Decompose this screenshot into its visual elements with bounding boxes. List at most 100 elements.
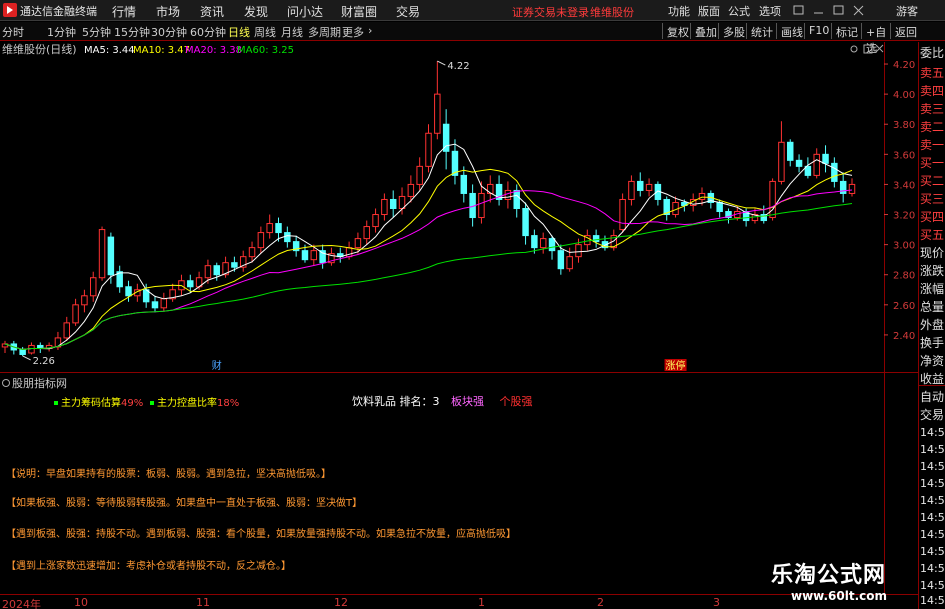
candle-up[interactable]: [63, 322, 70, 339]
sidebar-label[interactable]: 卖五: [920, 64, 945, 81]
guest-user[interactable]: 游客: [896, 3, 918, 19]
candle-down[interactable]: [301, 250, 309, 261]
candle-up[interactable]: [425, 132, 432, 167]
candle-up[interactable]: [566, 256, 573, 270]
overlay-button[interactable]: 叠加: [690, 23, 720, 39]
menu-item-hangqing[interactable]: 行情: [112, 3, 136, 20]
multi-stock-button[interactable]: 多股: [718, 23, 748, 39]
candle-down[interactable]: [822, 153, 829, 164]
sidebar-label[interactable]: 涨跌: [920, 262, 945, 279]
candle-down[interactable]: [592, 235, 600, 243]
limit-up-event-tag[interactable]: 涨停: [666, 359, 686, 372]
candle-up[interactable]: [539, 238, 547, 249]
candle-up[interactable]: [645, 183, 653, 191]
period-30min[interactable]: 30分钟: [151, 24, 187, 40]
candle-up[interactable]: [381, 198, 388, 216]
candle-up[interactable]: [575, 244, 582, 258]
draw-line-button[interactable]: 画线: [776, 23, 806, 39]
menu-item-zixun[interactable]: 资讯: [200, 3, 224, 20]
candle-down[interactable]: [284, 232, 291, 243]
candle-up[interactable]: [72, 304, 79, 324]
candle-up[interactable]: [628, 180, 635, 200]
menu-item-shichang[interactable]: 市场: [156, 3, 180, 20]
candle-up[interactable]: [266, 223, 273, 234]
sidebar-label[interactable]: 买二: [920, 172, 945, 189]
candle-down[interactable]: [795, 159, 803, 167]
fuquan-button[interactable]: 复权: [662, 23, 692, 39]
candle-down[interactable]: [831, 162, 838, 182]
candle-down[interactable]: [389, 198, 397, 210]
chevron-right-icon[interactable]: ›: [368, 24, 372, 37]
f10-button[interactable]: F10: [804, 23, 830, 39]
candle-up[interactable]: [248, 247, 256, 258]
candle-up[interactable]: [372, 214, 379, 228]
candle-up[interactable]: [81, 295, 88, 306]
candle-down[interactable]: [275, 223, 282, 234]
candle-down[interactable]: [637, 180, 644, 191]
candle-down[interactable]: [839, 180, 847, 194]
menu-item-faxian[interactable]: 发现: [244, 3, 268, 20]
candle-down[interactable]: [522, 208, 529, 237]
candle-up[interactable]: [698, 192, 706, 200]
candle-up[interactable]: [310, 250, 318, 261]
expand-indicator-icon[interactable]: [2, 379, 10, 387]
sidebar-label[interactable]: 现价: [920, 244, 945, 261]
candle-up[interactable]: [504, 189, 512, 200]
sidebar-label[interactable]: 卖四: [920, 82, 945, 99]
period-monthly[interactable]: 月线: [281, 24, 303, 40]
sidebar-label[interactable]: 委比: [920, 44, 945, 61]
finance-event-tag[interactable]: 财: [212, 359, 222, 372]
menu-item-gongneng[interactable]: 功能: [668, 3, 690, 19]
candle-up[interactable]: [98, 229, 106, 279]
kline-chart[interactable]: 维维股份(日线) MA5: 3.44 MA10: 3.47 MA20: 3.38…: [0, 42, 918, 596]
candle-down[interactable]: [787, 141, 794, 161]
candle-down[interactable]: [19, 349, 26, 355]
period-daily[interactable]: 日线: [228, 24, 250, 40]
candle-up[interactable]: [478, 192, 485, 219]
candle-down[interactable]: [557, 250, 565, 270]
candle-up[interactable]: [848, 183, 856, 194]
period-60min[interactable]: 60分钟: [190, 24, 226, 40]
menu-item-banmian[interactable]: 版面: [698, 3, 720, 19]
candle-up[interactable]: [407, 183, 415, 197]
candle-up[interactable]: [487, 183, 494, 194]
maximize-icon[interactable]: [863, 44, 873, 54]
menu-item-gongshi[interactable]: 公式: [728, 3, 750, 19]
menu-item-caifuquan[interactable]: 财富圈: [341, 3, 377, 20]
candle-up[interactable]: [354, 238, 362, 249]
trade-tab[interactable]: 交易: [920, 406, 945, 423]
period-weekly[interactable]: 周线: [254, 24, 276, 40]
candle-down[interactable]: [125, 286, 132, 297]
settings-icon[interactable]: [850, 45, 858, 53]
menu-item-jiaoyi[interactable]: 交易: [396, 3, 420, 20]
candle-up[interactable]: [434, 93, 441, 134]
auto-trade-tab[interactable]: 自动: [920, 388, 945, 405]
sidebar-label[interactable]: 买五: [920, 226, 945, 243]
sidebar-label[interactable]: 涨幅: [920, 280, 945, 297]
login-warning[interactable]: 证券交易未登录: [512, 4, 589, 20]
menu-item-xuanxiang[interactable]: 选项: [759, 3, 781, 19]
candle-up[interactable]: [160, 298, 168, 309]
candle-up[interactable]: [363, 226, 370, 240]
menu-item-wenxiaoda[interactable]: 问小达: [287, 3, 323, 20]
sidebar-label[interactable]: 换手: [920, 334, 945, 351]
candle-down[interactable]: [231, 262, 238, 268]
sidebar-label[interactable]: 买一: [920, 154, 945, 171]
candle-down[interactable]: [107, 236, 115, 276]
period-fenshi[interactable]: 分时: [2, 24, 24, 40]
candle-down[interactable]: [151, 301, 159, 309]
period-1min[interactable]: 1分钟: [47, 24, 76, 40]
candle-down[interactable]: [531, 235, 538, 249]
candle-down[interactable]: [187, 280, 194, 288]
candle-up[interactable]: [416, 165, 423, 185]
sidebar-label[interactable]: 买三: [920, 190, 945, 207]
sidebar-label[interactable]: 卖一: [920, 136, 945, 153]
indicator-name[interactable]: 股朋指标网: [12, 377, 67, 390]
candle-up[interactable]: [778, 141, 785, 182]
candle-down[interactable]: [548, 238, 556, 252]
candle-down[interactable]: [716, 201, 723, 213]
stats-button[interactable]: 统计: [746, 23, 776, 39]
candle-up[interactable]: [619, 198, 626, 231]
candle-down[interactable]: [460, 174, 468, 194]
period-multi[interactable]: 多周期: [308, 24, 341, 40]
